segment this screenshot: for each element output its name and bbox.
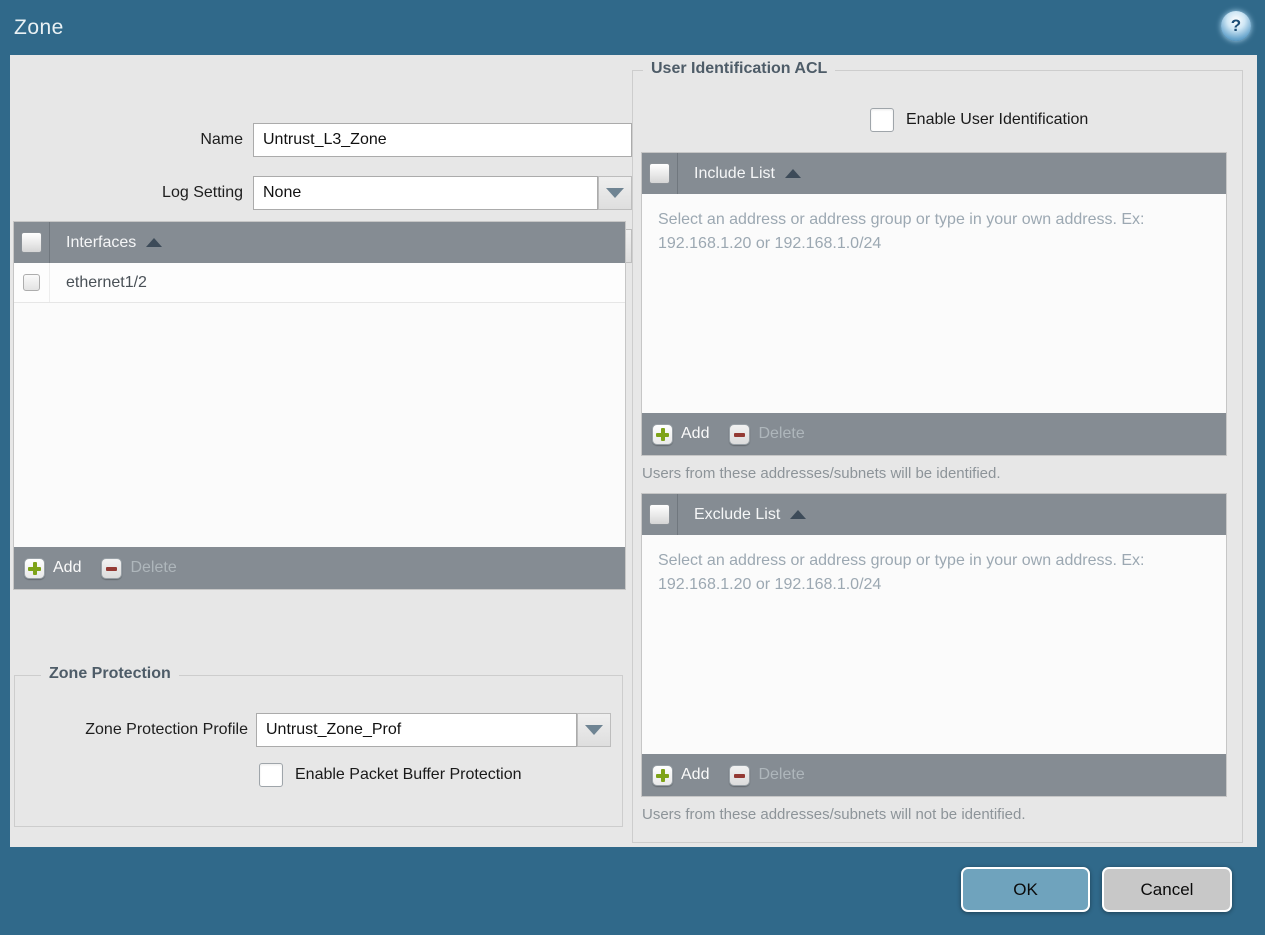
name-label: Name xyxy=(200,131,243,148)
interface-name: ethernet1/2 xyxy=(66,273,147,291)
zone-dialog-screen: Zone ? Name Log Setting Type Interfaces xyxy=(0,0,1265,935)
sort-ascending-icon xyxy=(784,169,801,178)
chevron-down-icon xyxy=(606,188,624,198)
add-button-label: Add xyxy=(681,766,710,783)
exclude-list-header[interactable]: Exclude List xyxy=(642,494,1226,535)
include-list-table: Include List Select an address or addres… xyxy=(642,153,1226,455)
delete-button-label: Delete xyxy=(130,559,177,576)
exclude-list-footer: Add Delete xyxy=(642,754,1226,796)
include-select-all-cell xyxy=(642,153,678,194)
include-delete-button[interactable]: Delete xyxy=(729,423,805,445)
zone-protection-section: Zone Protection xyxy=(14,665,623,827)
log-setting-dropdown-button[interactable] xyxy=(598,176,632,210)
zone-protection-profile-dropdown-button[interactable] xyxy=(577,713,611,747)
include-list-caption: Users from these addresses/subnets will … xyxy=(642,465,1001,482)
table-row[interactable]: ethernet1/2 xyxy=(14,263,625,303)
interfaces-delete-button[interactable]: Delete xyxy=(101,557,177,579)
packet-buffer-protection-checkbox[interactable] xyxy=(259,763,283,787)
exclude-select-all-cell xyxy=(642,494,678,535)
exclude-list-table: Exclude List Select an address or addres… xyxy=(642,494,1226,796)
zone-protection-profile-label: Zone Protection Profile xyxy=(85,721,248,738)
interfaces-add-button[interactable]: Add xyxy=(24,557,82,579)
chevron-down-icon xyxy=(585,725,603,735)
minus-icon xyxy=(729,764,751,786)
include-list-header-label: Include List xyxy=(694,164,775,182)
sort-ascending-icon xyxy=(790,510,807,519)
interfaces-table-body: ethernet1/2 xyxy=(14,263,625,547)
plus-icon xyxy=(652,764,673,786)
packet-buffer-protection-row: Enable Packet Buffer Protection xyxy=(259,763,522,787)
ok-button[interactable]: OK xyxy=(961,867,1090,912)
include-list-placeholder: Select an address or address group or ty… xyxy=(658,211,1145,252)
dialog-title: Zone xyxy=(14,16,64,39)
row-checkbox[interactable] xyxy=(23,274,40,291)
minus-icon xyxy=(101,557,123,579)
exclude-list-body[interactable]: Select an address or address group or ty… xyxy=(642,535,1226,754)
packet-buffer-protection-label: Enable Packet Buffer Protection xyxy=(295,766,522,783)
dialog-body: Name Log Setting Type Interfaces xyxy=(10,55,1257,847)
interfaces-select-all-checkbox[interactable] xyxy=(21,232,42,253)
dialog-titlebar: Zone ? xyxy=(0,0,1265,55)
help-glyph: ? xyxy=(1230,16,1242,35)
include-list-header[interactable]: Include List xyxy=(642,153,1226,194)
interfaces-table: Interfaces ethernet1/2 Add Delete xyxy=(14,222,625,589)
minus-icon xyxy=(729,423,751,445)
exclude-list-header-label: Exclude List xyxy=(694,505,781,523)
enable-user-identification-label: Enable User Identification xyxy=(906,111,1089,128)
add-button-label: Add xyxy=(53,559,82,576)
zone-protection-legend: Zone Protection xyxy=(41,665,179,683)
interfaces-table-footer: Add Delete xyxy=(14,547,625,589)
plus-icon xyxy=(24,557,45,579)
cancel-button[interactable]: Cancel xyxy=(1102,867,1232,912)
plus-icon xyxy=(652,423,673,445)
interfaces-header-label: Interfaces xyxy=(66,233,137,251)
log-setting-input[interactable] xyxy=(253,176,598,210)
include-list-body[interactable]: Select an address or address group or ty… xyxy=(642,194,1226,413)
delete-button-label: Delete xyxy=(758,766,805,783)
add-button-label: Add xyxy=(681,425,710,442)
log-setting-label: Log Setting xyxy=(162,184,243,201)
zone-protection-profile-input[interactable] xyxy=(256,713,577,747)
enable-user-identification-row: Enable User Identification xyxy=(870,108,1088,132)
name-input[interactable] xyxy=(253,123,632,157)
row-checkbox-cell xyxy=(14,263,50,302)
exclude-add-button[interactable]: Add xyxy=(652,764,710,786)
exclude-list-placeholder: Select an address or address group or ty… xyxy=(658,552,1145,593)
include-add-button[interactable]: Add xyxy=(652,423,710,445)
interfaces-table-header[interactable]: Interfaces xyxy=(14,222,625,263)
exclude-delete-button[interactable]: Delete xyxy=(729,764,805,786)
exclude-list-caption: Users from these addresses/subnets will … xyxy=(642,806,1026,823)
include-list-footer: Add Delete xyxy=(642,413,1226,455)
delete-button-label: Delete xyxy=(758,425,805,442)
exclude-select-all-checkbox[interactable] xyxy=(649,504,670,525)
interfaces-select-all-cell xyxy=(14,222,50,263)
help-icon[interactable]: ? xyxy=(1221,11,1251,41)
enable-user-identification-checkbox[interactable] xyxy=(870,108,894,132)
sort-ascending-icon xyxy=(146,238,163,247)
include-select-all-checkbox[interactable] xyxy=(649,163,670,184)
user-identification-acl-legend: User Identification ACL xyxy=(643,60,836,78)
